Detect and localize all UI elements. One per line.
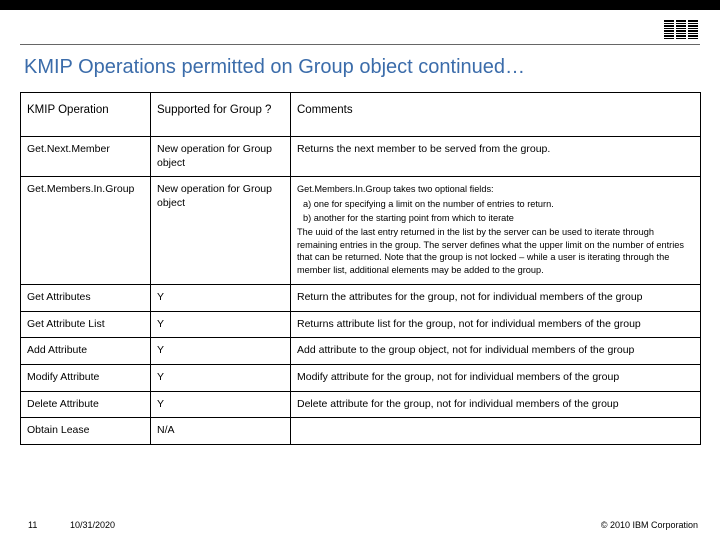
footer-date: 10/31/2020 xyxy=(70,520,115,530)
table-row: Get.Members.In.Group New operation for G… xyxy=(21,177,701,285)
cell-supported: New operation for Group object xyxy=(151,177,291,285)
cell-operation: Modify Attribute xyxy=(21,365,151,392)
cell-supported: Y xyxy=(151,338,291,365)
top-black-bar xyxy=(0,0,720,10)
operations-table: KMIP Operation Supported for Group ? Com… xyxy=(20,92,701,445)
cell-comment: Return the attributes for the group, not… xyxy=(291,285,701,312)
cell-comment: Returns attribute list for the group, no… xyxy=(291,311,701,338)
table-row: Add Attribute Y Add attribute to the gro… xyxy=(21,338,701,365)
cell-supported: New operation for Group object xyxy=(151,136,291,176)
table-row: Modify Attribute Y Modify attribute for … xyxy=(21,365,701,392)
col-header-supported: Supported for Group ? xyxy=(151,93,291,137)
cell-operation: Get.Next.Member xyxy=(21,136,151,176)
cell-operation: Get.Members.In.Group xyxy=(21,177,151,285)
table-row: Obtain Lease N/A xyxy=(21,418,701,445)
cell-comment: Returns the next member to be served fro… xyxy=(291,136,701,176)
comment-line: b) another for the starting point from w… xyxy=(297,212,694,224)
col-header-comments: Comments xyxy=(291,93,701,137)
table-row: Delete Attribute Y Delete attribute for … xyxy=(21,391,701,418)
comment-line: Get.Members.In.Group takes two optional … xyxy=(297,183,694,195)
cell-supported: Y xyxy=(151,391,291,418)
cell-operation: Obtain Lease xyxy=(21,418,151,445)
footer-copyright: © 2010 IBM Corporation xyxy=(601,520,698,530)
table-header-row: KMIP Operation Supported for Group ? Com… xyxy=(21,93,701,137)
cell-operation: Delete Attribute xyxy=(21,391,151,418)
comment-line: a) one for specifying a limit on the num… xyxy=(297,198,694,210)
cell-supported: Y xyxy=(151,285,291,312)
cell-comment xyxy=(291,418,701,445)
cell-operation: Get Attributes xyxy=(21,285,151,312)
cell-comment: Add attribute to the group object, not f… xyxy=(291,338,701,365)
cell-operation: Add Attribute xyxy=(21,338,151,365)
footer-page-number: 11 xyxy=(28,520,37,530)
ibm-logo xyxy=(664,20,698,39)
table-row: Get Attribute List Y Returns attribute l… xyxy=(21,311,701,338)
cell-comment: Delete attribute for the group, not for … xyxy=(291,391,701,418)
comment-line: The uuid of the last entry returned in t… xyxy=(297,226,694,276)
cell-supported: Y xyxy=(151,311,291,338)
cell-comment: Get.Members.In.Group takes two optional … xyxy=(291,177,701,285)
header-rule xyxy=(20,44,700,45)
cell-operation: Get Attribute List xyxy=(21,311,151,338)
table-row: Get Attributes Y Return the attributes f… xyxy=(21,285,701,312)
col-header-operation: KMIP Operation xyxy=(21,93,151,137)
cell-supported: N/A xyxy=(151,418,291,445)
cell-comment: Modify attribute for the group, not for … xyxy=(291,365,701,392)
table-row: Get.Next.Member New operation for Group … xyxy=(21,136,701,176)
page-title: KMIP Operations permitted on Group objec… xyxy=(24,56,525,79)
cell-supported: Y xyxy=(151,365,291,392)
